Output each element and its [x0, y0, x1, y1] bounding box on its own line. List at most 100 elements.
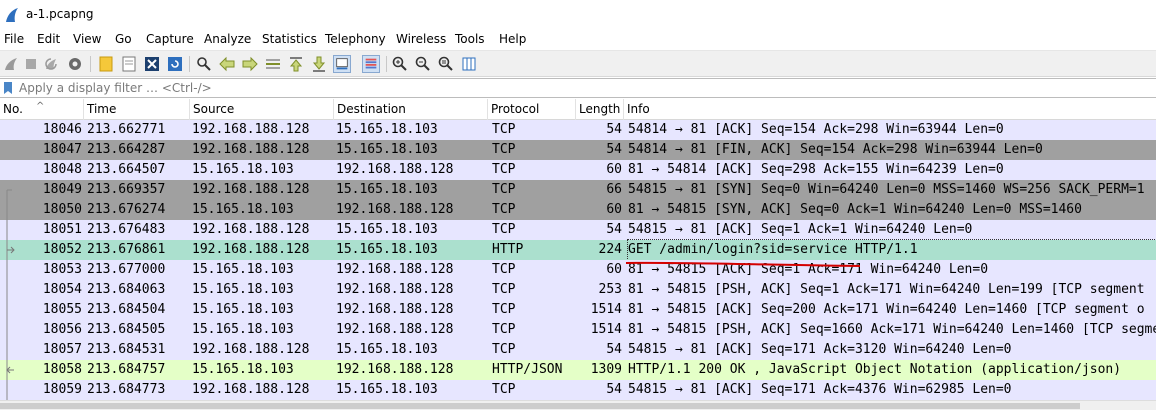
column-header-info[interactable]: Info: [624, 99, 1156, 120]
packet-list-header: No. ^ Time Source Destination Protocol L…: [0, 99, 1156, 120]
go-forward-icon[interactable]: [241, 55, 259, 73]
packet-row[interactable]: 18050 213.676274 15.165.18.103 192.168.188.…: [0, 200, 1156, 220]
start-capture-icon[interactable]: [2, 55, 20, 73]
menu-help[interactable]: Help: [499, 32, 526, 46]
menu-view[interactable]: View: [73, 32, 101, 46]
column-header-protocol[interactable]: Protocol: [488, 99, 576, 120]
packet-row[interactable]: 18056 213.684505 15.165.18.103 192.168.188.…: [0, 320, 1156, 340]
column-header-source[interactable]: Source: [190, 99, 334, 120]
packet-time: 213.662771: [87, 122, 166, 137]
reload-file-icon[interactable]: [166, 55, 184, 73]
column-header-length[interactable]: Length: [576, 99, 624, 120]
packet-source: 15.165.18.103: [192, 262, 294, 277]
horizontal-scrollbar[interactable]: [0, 400, 1156, 410]
packet-destination: 15.165.18.103: [336, 222, 438, 237]
packet-source: 192.168.188.128: [192, 122, 310, 137]
packet-info: 54815 → 81 [SYN] Seq=0 Win=64240 Len=0 M…: [628, 182, 1145, 197]
packet-source: 192.168.188.128: [192, 242, 310, 257]
packet-info: 54814 → 81 [ACK] Seq=154 Ack=298 Win=639…: [628, 122, 1004, 137]
packet-row[interactable]: 18057 213.684531 192.168.188.128 15.165.18.…: [0, 340, 1156, 360]
go-back-icon[interactable]: [218, 55, 236, 73]
menu-bar: File Edit View Go Capture Analyze Statis…: [0, 30, 1156, 50]
menu-go[interactable]: Go: [115, 32, 132, 46]
packet-time: 213.664287: [87, 142, 166, 157]
packet-protocol: TCP: [492, 222, 516, 237]
colorize-icon[interactable]: [362, 55, 380, 73]
packet-row[interactable]: 18049 213.669357 192.168.188.128 15.165.18.…: [0, 180, 1156, 200]
packet-info: 81 → 54815 [SYN, ACK] Seq=0 Ack=1 Win=64…: [628, 202, 1082, 217]
menu-analyze[interactable]: Analyze: [204, 32, 251, 46]
restart-capture-icon[interactable]: [42, 55, 60, 73]
packet-source: 15.165.18.103: [192, 202, 294, 217]
packet-info: 54814 → 81 [FIN, ACK] Seq=154 Ack=298 Wi…: [628, 142, 1043, 157]
column-header-destination[interactable]: Destination: [334, 99, 488, 120]
packet-source: 15.165.18.103: [192, 322, 294, 337]
toolbar-separator: [386, 56, 387, 72]
packet-row[interactable]: 18046 213.662771 192.168.188.128 15.165.18.…: [0, 120, 1156, 140]
column-header-no[interactable]: No. ^: [0, 99, 84, 120]
packet-info: 54815 → 81 [ACK] Seq=1 Ack=1 Win=64240 L…: [628, 222, 973, 237]
packet-protocol: TCP: [492, 382, 516, 397]
menu-capture[interactable]: Capture: [146, 32, 194, 46]
packet-source: 15.165.18.103: [192, 302, 294, 317]
packet-info: 81 → 54815 [PSH, ACK] Seq=1 Ack=171 Win=…: [628, 282, 1145, 297]
packet-length: 60: [606, 202, 622, 217]
stop-capture-icon[interactable]: [22, 55, 40, 73]
zoom-in-icon[interactable]: [391, 55, 409, 73]
packet-protocol: HTTP/JSON: [492, 362, 563, 377]
go-first-icon[interactable]: [287, 55, 305, 73]
packet-source: 192.168.188.128: [192, 382, 310, 397]
packet-time: 213.676861: [87, 242, 166, 257]
packet-info: 81 → 54815 [ACK] Seq=200 Ack=171 Win=642…: [628, 302, 1145, 317]
go-last-icon[interactable]: [310, 55, 328, 73]
scrollbar-thumb[interactable]: [0, 403, 1080, 409]
packet-time: 213.684757: [87, 362, 166, 377]
packet-source: 15.165.18.103: [192, 162, 294, 177]
packet-row[interactable]: 18055 213.684504 15.165.18.103 192.168.188.…: [0, 300, 1156, 320]
open-file-icon[interactable]: [97, 55, 115, 73]
packet-destination: 192.168.188.128: [336, 322, 454, 337]
packet-row-selected[interactable]: 18052 213.676861 192.168.188.128 15.165.18.…: [0, 239, 1156, 261]
packet-row[interactable]: 18051 213.676483 192.168.188.128 15.165.18.…: [0, 220, 1156, 240]
packet-destination: 15.165.18.103: [336, 382, 438, 397]
packet-protocol: TCP: [492, 142, 516, 157]
packet-row[interactable]: 18048 213.664507 15.165.18.103 192.168.188.…: [0, 160, 1156, 180]
display-filter-input[interactable]: [17, 79, 1156, 97]
packet-row[interactable]: 18047 213.664287 192.168.188.128 15.165.18.…: [0, 140, 1156, 160]
packet-info: 54815 → 81 [ACK] Seq=171 Ack=4376 Win=62…: [628, 382, 1012, 397]
menu-tools[interactable]: Tools: [455, 32, 485, 46]
normal-size-icon[interactable]: [437, 55, 455, 73]
packet-row[interactable]: 18053 213.677000 15.165.18.103 192.168.188.…: [0, 260, 1156, 280]
packet-row[interactable]: 18059 213.684773 192.168.188.128 15.165.18.…: [0, 380, 1156, 400]
packet-destination: 15.165.18.103: [336, 342, 438, 357]
packet-protocol: TCP: [492, 202, 516, 217]
red-underline-annotation: [625, 261, 861, 267]
packet-destination: 15.165.18.103: [336, 242, 438, 257]
packet-length: 54: [606, 142, 622, 157]
sort-ascending-icon: ^: [36, 101, 45, 112]
find-packet-icon[interactable]: [195, 55, 213, 73]
go-to-packet-icon[interactable]: [264, 55, 282, 73]
packet-source: 15.165.18.103: [192, 282, 294, 297]
column-header-time[interactable]: Time: [84, 99, 190, 120]
packet-length: 54: [606, 222, 622, 237]
packet-length: 60: [606, 162, 622, 177]
save-file-icon[interactable]: [120, 55, 138, 73]
packet-protocol: TCP: [492, 122, 516, 137]
packet-row[interactable]: 18054 213.684063 15.165.18.103 192.168.188.…: [0, 280, 1156, 300]
auto-scroll-icon[interactable]: [333, 55, 351, 73]
menu-edit[interactable]: Edit: [37, 32, 60, 46]
packet-time: 213.676274: [87, 202, 166, 217]
menu-statistics[interactable]: Statistics: [262, 32, 317, 46]
resize-columns-icon[interactable]: [460, 55, 478, 73]
filter-bookmark-icon[interactable]: [2, 81, 14, 95]
close-file-icon[interactable]: [143, 55, 161, 73]
packet-source: 192.168.188.128: [192, 142, 310, 157]
menu-file[interactable]: File: [4, 32, 24, 46]
zoom-out-icon[interactable]: [414, 55, 432, 73]
capture-options-icon[interactable]: [66, 55, 84, 73]
menu-telephony[interactable]: Telephony: [325, 32, 386, 46]
packet-row[interactable]: 18058 213.684757 15.165.18.103 192.168.188.…: [0, 360, 1156, 380]
packet-destination: 192.168.188.128: [336, 302, 454, 317]
menu-wireless[interactable]: Wireless: [396, 32, 446, 46]
